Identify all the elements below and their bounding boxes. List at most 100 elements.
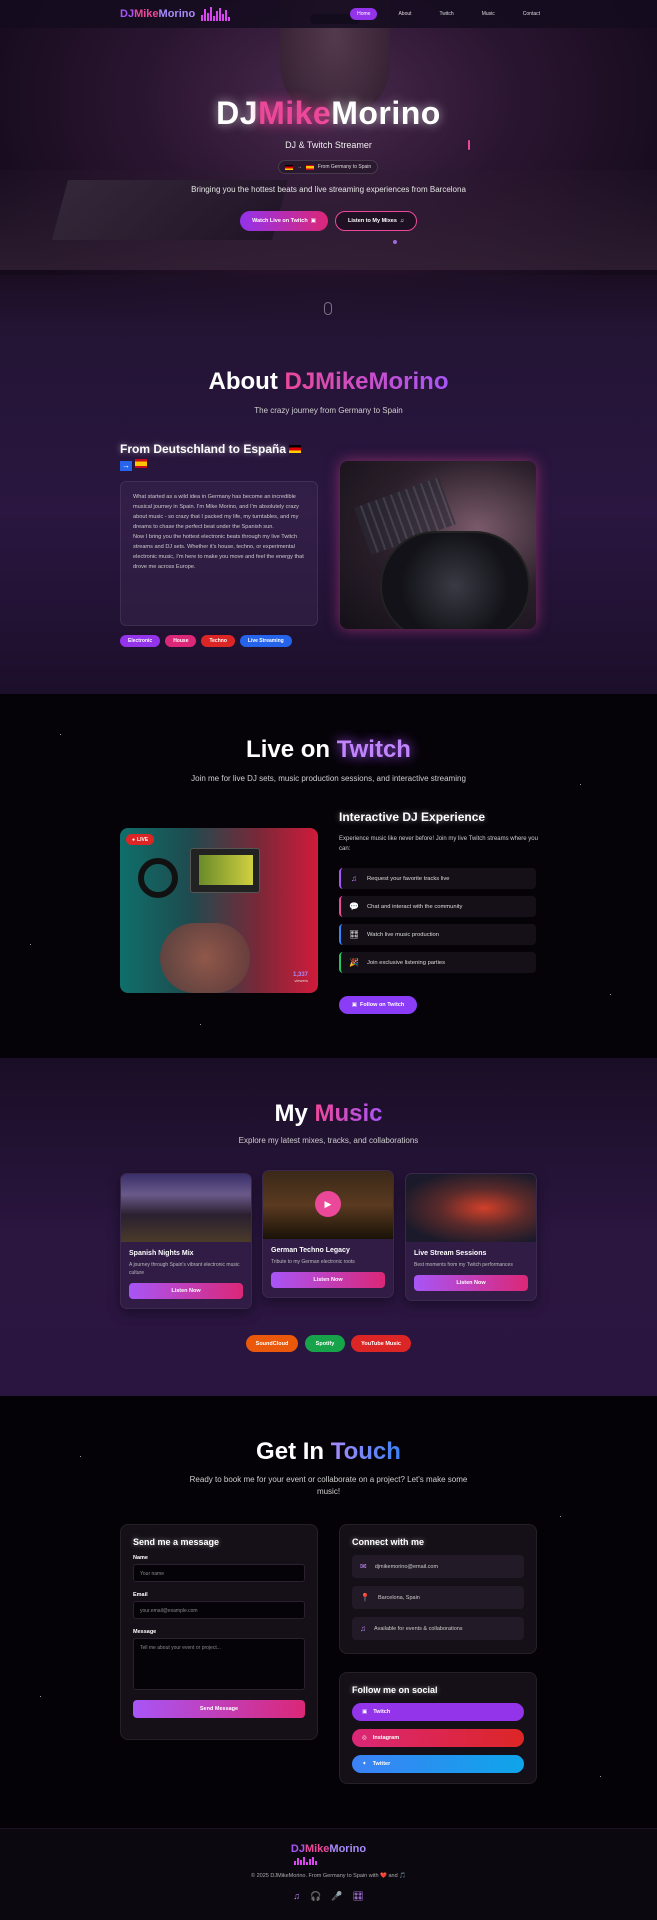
- card-title: Live Stream Sessions: [414, 1250, 487, 1257]
- location-row: 📍 Barcelona, Spain: [352, 1586, 524, 1609]
- origin-badge: → From Germany to Spain: [278, 160, 378, 174]
- watch-live-button[interactable]: Watch Live on Twitch ▣: [240, 211, 328, 231]
- card-description: Best moments from my Twitch performances: [414, 1262, 513, 1268]
- music-title: My Music: [274, 1100, 383, 1127]
- feature-production: 🎛 Watch live music production: [339, 924, 536, 945]
- nav-link-home[interactable]: Home: [350, 8, 378, 20]
- footer: DJMikeMorino © 2025 DJMikeMorino. From G…: [0, 1828, 657, 1920]
- copyright-text: © 2025 DJMikeMorino. From Germany to Spa…: [251, 1873, 406, 1879]
- footer-brand[interactable]: DJMikeMorino: [0, 1843, 657, 1855]
- soundcloud-button[interactable]: SoundCloud: [246, 1335, 298, 1352]
- name-input[interactable]: Your name: [133, 1564, 305, 1582]
- about-subtitle: The crazy journey from Germany to Spain: [254, 406, 403, 415]
- listen-mixes-button[interactable]: Listen to My Mixes ♫: [335, 211, 417, 231]
- play-icon[interactable]: ▶: [315, 1191, 341, 1217]
- hero-tagline: Bringing you the hottest beats and live …: [191, 185, 466, 194]
- mail-icon: ✉: [360, 1562, 367, 1571]
- youtube-music-button[interactable]: YouTube Music: [351, 1335, 411, 1352]
- brand-mike: Mike: [134, 8, 159, 20]
- card-description: Tribute to my German electronic roots: [271, 1259, 355, 1265]
- form-heading: Send me a message: [133, 1537, 220, 1547]
- about-title: About DJMikeMorino: [208, 368, 449, 395]
- feature-request-tracks: ♫ Request your favorite tracks live: [339, 868, 536, 889]
- email-input[interactable]: your.email@example.com: [133, 1601, 305, 1619]
- twitch-icon: ▣: [362, 1709, 368, 1715]
- nav-link-contact[interactable]: Contact: [516, 8, 547, 20]
- guitars-image: ▶: [263, 1171, 393, 1239]
- party-icon: 🎉: [349, 958, 359, 967]
- spain-flag-icon: [135, 459, 148, 468]
- email-row[interactable]: ✉ djmikemorino@email.com: [352, 1555, 524, 1578]
- instagram-icon: ◎: [362, 1735, 367, 1741]
- microphone-icon: 🎤: [331, 1891, 343, 1901]
- twitch-icon: ▣: [310, 218, 316, 224]
- twitch-subtitle: Join me for live DJ sets, music producti…: [191, 774, 466, 783]
- contact-section: Get In Touch Ready to book me for your e…: [0, 1396, 657, 1828]
- send-message-button[interactable]: Send Message: [133, 1700, 305, 1718]
- about-paragraph-1: What started as a wild idea in Germany h…: [133, 494, 299, 530]
- twitch-description: Experience music like never before! Join…: [339, 836, 538, 852]
- about-text-box: What started as a wild idea in Germany h…: [120, 481, 318, 626]
- twitch-section: Live on Twitch Join me for live DJ sets,…: [0, 694, 657, 1058]
- about-paragraph-2: Now I bring you the hottest electronic b…: [133, 534, 304, 570]
- studio-image: [121, 1174, 251, 1242]
- name-label: Name: [133, 1555, 148, 1561]
- twitch-title: Live on Twitch: [246, 736, 411, 763]
- twitch-heading: Interactive DJ Experience: [339, 810, 486, 824]
- listen-now-button[interactable]: Listen Now: [271, 1272, 385, 1288]
- equalizer-icon: [201, 7, 231, 21]
- scroll-indicator-icon[interactable]: [324, 302, 332, 315]
- genre-tags: Electronic House Techno Live Streaming: [120, 635, 292, 647]
- about-section: About DJMikeMorino The crazy journey fro…: [0, 328, 657, 694]
- message-label: Message: [133, 1629, 157, 1635]
- listen-now-button[interactable]: Listen Now: [129, 1283, 243, 1299]
- chat-icon: 💬: [349, 902, 359, 911]
- music-note-icon: ♫: [351, 874, 357, 883]
- email-label: Email: [133, 1592, 148, 1598]
- connect-heading: Connect with me: [352, 1537, 425, 1547]
- nav-link-about[interactable]: About: [391, 8, 418, 20]
- twitch-icon: ▣: [351, 1002, 357, 1008]
- social-box: Follow me on social ▣ Twitch ◎ Instagram ✦…: [339, 1672, 537, 1784]
- listen-now-button[interactable]: Listen Now: [414, 1275, 528, 1291]
- feature-chat: 💬 Chat and interact with the community: [339, 896, 536, 917]
- music-card[interactable]: Live Stream Sessions Best moments from m…: [405, 1173, 537, 1301]
- nav-link-music[interactable]: Music: [475, 8, 502, 20]
- music-subtitle: Explore my latest mixes, tracks, and col…: [238, 1136, 419, 1145]
- brand-morino: Morino: [158, 8, 196, 20]
- twitch-social-button[interactable]: ▣ Twitch: [352, 1703, 524, 1721]
- tag-live-streaming: Live Streaming: [239, 635, 292, 647]
- twitter-social-button[interactable]: ✦ Twitter: [352, 1755, 524, 1773]
- hero-title: DJMikeMorino: [216, 95, 441, 131]
- germany-flag-icon: [289, 445, 302, 453]
- music-section: My Music Explore my latest mixes, tracks…: [0, 1058, 657, 1396]
- spotify-button[interactable]: Spotify: [305, 1335, 345, 1352]
- spain-flag-icon: [305, 164, 314, 170]
- brand-logo[interactable]: DJMikeMorino: [120, 8, 195, 20]
- music-card[interactable]: ▶ German Techno Legacy Tribute to my Ger…: [262, 1170, 394, 1298]
- message-textarea[interactable]: Tell me about your event or project...: [133, 1638, 305, 1690]
- music-icon: ♫: [399, 218, 405, 224]
- location-icon: 📍: [360, 1593, 370, 1602]
- music-note-icon: ♫: [293, 1891, 300, 1901]
- card-title: Spanish Nights Mix: [129, 1250, 194, 1257]
- footer-icons: ♫ 🎧 🎤 🎛: [0, 1891, 657, 1902]
- instagram-social-button[interactable]: ◎ Instagram: [352, 1729, 524, 1747]
- headphones-icon: 🎧: [309, 1891, 322, 1901]
- card-title: German Techno Legacy: [271, 1247, 350, 1254]
- twitter-icon: ✦: [362, 1761, 367, 1767]
- tag-techno: Techno: [201, 635, 235, 647]
- about-heading: From Deutschland to España →: [120, 442, 310, 472]
- follow-twitch-button[interactable]: ▣ Follow on Twitch: [339, 996, 417, 1014]
- card-description: A journey through Spain's vibrant electr…: [129, 1262, 240, 1276]
- dj-mixer-image: [340, 461, 536, 629]
- arrow-right-icon: →: [120, 461, 132, 471]
- social-heading: Follow me on social: [352, 1685, 438, 1695]
- viewer-count: 1,337 viewers: [292, 972, 308, 983]
- hero-subtitle: DJ & Twitch Streamer: [285, 140, 372, 150]
- stream-preview-image[interactable]: ● LIVE 1,337 viewers: [120, 828, 318, 993]
- feature-parties: 🎉 Join exclusive listening parties: [339, 952, 536, 973]
- germany-flag-icon: [284, 164, 293, 170]
- music-card[interactable]: Spanish Nights Mix A journey through Spa…: [120, 1173, 252, 1309]
- nav-link-twitch[interactable]: Twitch: [433, 8, 461, 20]
